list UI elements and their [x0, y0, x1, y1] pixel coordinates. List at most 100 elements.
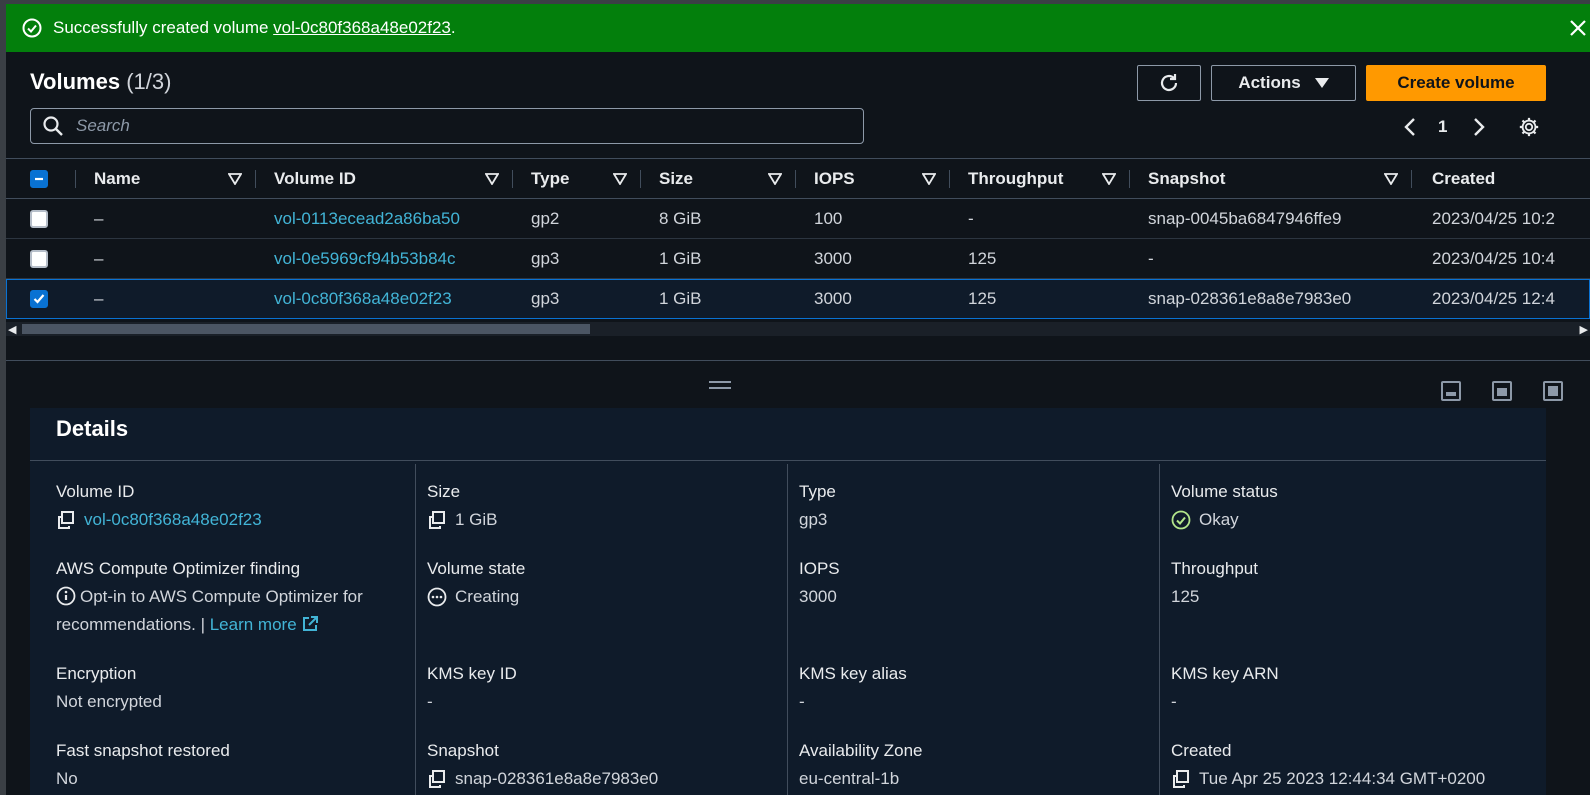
drag-handle-icon[interactable]	[709, 381, 731, 389]
label: IOPS	[799, 559, 840, 578]
col-type[interactable]: Type	[513, 159, 641, 199]
label: Type	[799, 482, 836, 501]
panel-bottom-small-icon[interactable]	[1441, 381, 1461, 401]
table-row[interactable]: – vol-0e5969cf94b53b84c gp3 1 GiB 3000 1…	[6, 239, 1590, 279]
actions-button[interactable]: Actions	[1211, 65, 1356, 101]
copy-icon[interactable]	[427, 510, 447, 530]
details-volume-id-link[interactable]: vol-0c80f368a48e02f23	[84, 506, 262, 534]
cell-iops: 3000	[814, 288, 852, 308]
label: Availability Zone	[799, 741, 923, 760]
volume-id-link[interactable]: vol-0e5969cf94b53b84c	[274, 249, 455, 268]
value: snap-028361e8a8e7983e0	[455, 769, 659, 788]
sort-down-icon[interactable]	[1384, 172, 1398, 185]
col-created[interactable]: Created	[1412, 159, 1590, 199]
value: 3000	[799, 587, 837, 606]
cell-size: 1 GiB	[659, 288, 702, 308]
field-volume-id: Volume ID vol-0c80f368a48e02f23	[56, 478, 262, 534]
label: KMS key alias	[799, 664, 907, 683]
col-volume-id[interactable]: Volume ID	[256, 159, 513, 199]
col-name-label: Name	[94, 168, 141, 188]
flash-prefix: Successfully created volume	[53, 18, 274, 37]
scroll-left-icon[interactable]: ◀	[8, 323, 16, 336]
page-number[interactable]: 1	[1438, 117, 1447, 137]
select-all-cell	[6, 159, 76, 199]
copy-icon[interactable]	[1171, 769, 1191, 789]
value: Tue Apr 25 2023 12:44:34 GMT+0200	[1199, 769, 1486, 788]
label: Throughput	[1171, 559, 1258, 578]
field-optimizer: AWS Compute Optimizer finding Opt-in to …	[56, 555, 406, 639]
row-checkbox-checked[interactable]	[30, 290, 48, 309]
details-container: Details Volume ID vol-0c80f368a48e02f23 …	[30, 408, 1546, 795]
status-ok-icon	[1171, 510, 1191, 530]
search-input[interactable]	[76, 116, 836, 136]
scroll-right-icon[interactable]: ▶	[1580, 323, 1588, 336]
select-all-checkbox[interactable]	[30, 170, 48, 189]
copy-icon[interactable]	[56, 510, 76, 530]
cell-iops: 3000	[814, 248, 852, 268]
table-row[interactable]: – vol-0113ecead2a86ba50 gp2 8 GiB 100 - …	[6, 199, 1590, 239]
flash-message: Successfully created volume vol-0c80f368…	[53, 18, 456, 38]
cell-created: 2023/04/25 10:2	[1432, 208, 1555, 228]
col-snapshot[interactable]: Snapshot	[1130, 159, 1412, 199]
field-volume-status: Volume status Okay	[1171, 478, 1278, 534]
details-column-2: Size 1 GiB Volume state Creating KMS key…	[415, 464, 787, 795]
flash-volume-link[interactable]: vol-0c80f368a48e02f23	[273, 18, 451, 37]
value: 125	[1171, 587, 1200, 606]
cell-type: gp3	[531, 248, 560, 268]
cell-created: 2023/04/25 10:4	[1432, 248, 1555, 268]
col-volume-id-label: Volume ID	[274, 168, 356, 188]
flash-suffix: .	[450, 18, 456, 37]
col-iops[interactable]: IOPS	[796, 159, 950, 199]
field-snapshot: Snapshot snap-028361e8a8e7983e0	[427, 737, 658, 793]
sort-down-icon[interactable]	[768, 172, 782, 185]
volumes-panel: Volumes (1/3) Actions Create volume 1	[6, 52, 1590, 358]
cell-type: gp3	[531, 288, 560, 308]
details-column-3: Type gp3 IOPS 3000 KMS key alias - Avail…	[787, 464, 1159, 795]
field-encryption: Encryption Not encrypted	[56, 660, 162, 716]
copy-icon[interactable]	[427, 769, 447, 789]
sort-down-icon[interactable]	[228, 172, 242, 185]
page-title: Volumes (1/3)	[30, 69, 171, 95]
row-checkbox[interactable]	[30, 250, 48, 269]
panel-bottom-large-icon[interactable]	[1492, 381, 1512, 401]
sort-down-icon[interactable]	[485, 172, 499, 185]
sort-down-icon[interactable]	[613, 172, 627, 185]
col-throughput[interactable]: Throughput	[950, 159, 1130, 199]
cell-snapshot: snap-0045ba6847946ffe9	[1148, 208, 1342, 228]
cell-snapshot: -	[1148, 248, 1154, 268]
sort-down-icon[interactable]	[1102, 172, 1116, 185]
chevron-left-icon[interactable]	[1400, 116, 1420, 138]
details-title: Details	[56, 416, 129, 441]
cell-throughput: -	[968, 208, 974, 228]
chevron-right-icon[interactable]	[1469, 116, 1489, 138]
sort-down-icon[interactable]	[922, 172, 936, 185]
row-checkbox[interactable]	[30, 210, 48, 229]
col-iops-label: IOPS	[814, 168, 855, 188]
learn-more-link[interactable]: Learn more	[210, 615, 320, 634]
col-name[interactable]: Name	[76, 159, 256, 199]
volume-id-link[interactable]: vol-0113ecead2a86ba50	[274, 209, 460, 228]
label: Snapshot	[427, 741, 499, 760]
title-text: Volumes	[30, 69, 121, 94]
field-kms-key-alias: KMS key alias -	[799, 660, 907, 716]
divider	[30, 460, 1546, 461]
status-badge: Okay	[1199, 510, 1239, 529]
label: Volume ID	[56, 482, 135, 501]
field-created: Created Tue Apr 25 2023 12:44:34 GMT+020…	[1171, 737, 1485, 793]
cell-type: gp2	[531, 208, 560, 228]
volumes-table: Name Volume ID Type Size IOPS Throughput…	[6, 158, 1590, 319]
close-icon[interactable]	[1566, 16, 1590, 40]
success-flash-banner: Successfully created volume vol-0c80f368…	[6, 4, 1590, 52]
table-row-selected[interactable]: – vol-0c80f368a48e02f23 gp3 1 GiB 3000 1…	[6, 278, 1590, 319]
cell-size: 8 GiB	[659, 208, 702, 228]
scrollbar-thumb[interactable]	[22, 324, 590, 334]
create-volume-button[interactable]: Create volume	[1366, 65, 1546, 101]
panel-side-icon[interactable]	[1543, 381, 1563, 401]
col-size[interactable]: Size	[641, 159, 796, 199]
cell-iops: 100	[814, 208, 843, 228]
refresh-button[interactable]	[1137, 65, 1201, 101]
horizontal-scrollbar[interactable]: ◀ ▶	[6, 322, 1590, 336]
value: Not encrypted	[56, 692, 162, 711]
volume-id-link[interactable]: vol-0c80f368a48e02f23	[274, 289, 452, 308]
gear-icon[interactable]	[1518, 116, 1540, 138]
